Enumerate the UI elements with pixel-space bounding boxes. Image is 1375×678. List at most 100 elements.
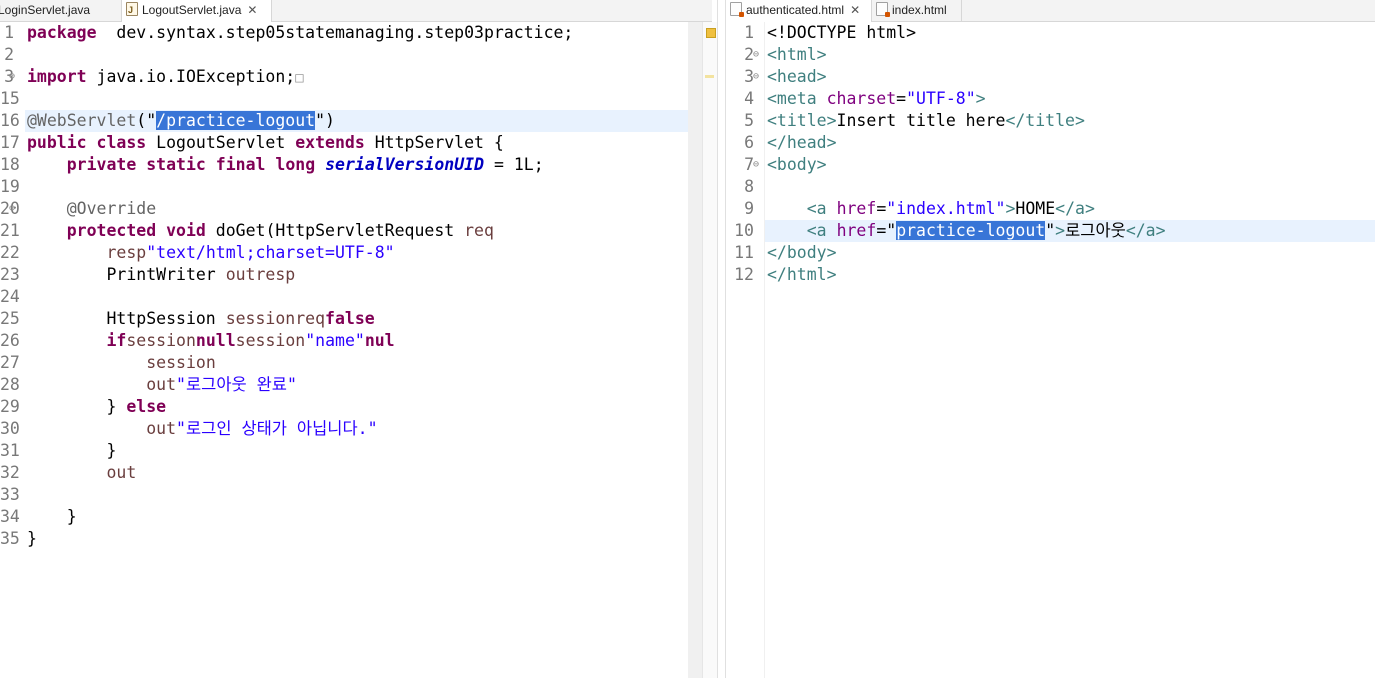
line-number: 10 (734, 221, 754, 240)
code-text: <title>Insert title here</title> (767, 110, 1085, 132)
expand-fold-icon[interactable]: ⊕ (9, 66, 15, 88)
collapse-fold-icon[interactable]: ⊖ (753, 44, 759, 66)
code-text: protected void doGet(HttpServletRequest … (27, 220, 494, 242)
code-line[interactable]: 5 <title>Insert title here</title> (726, 110, 1375, 132)
code-text: <body> (767, 154, 827, 176)
collapsed-imports-icon[interactable]: □ (295, 70, 303, 86)
code-line[interactable]: 16 @WebServlet("/practice-logout") (0, 110, 688, 132)
code-line[interactable]: 19 (0, 176, 688, 198)
code-line[interactable]: 10 <a href="practice-logout">로그아웃</a> (734, 220, 1375, 242)
line-number: 11 (734, 243, 754, 262)
code-line[interactable]: 27 session (0, 352, 688, 374)
code-line[interactable]: 15 (0, 88, 688, 110)
line-number: 16 (0, 111, 20, 130)
code-token: <body> (767, 155, 827, 174)
code-text: } (27, 440, 116, 462)
code-line[interactable]: 24 (0, 286, 688, 308)
code-line[interactable]: 11 </body> (726, 242, 1375, 264)
code-line[interactable]: 18 private static final long serialVersi… (0, 154, 688, 176)
line-number: 30 (0, 419, 20, 438)
line-number: 23 (0, 265, 20, 284)
code-text: private static final long serialVersionU… (27, 154, 544, 176)
code-line[interactable]: 6 </head> (726, 132, 1375, 154)
code-text: session (27, 352, 216, 374)
editor-split-divider[interactable] (717, 0, 726, 678)
code-line[interactable]: 29 } else (0, 396, 688, 418)
code-token: doGet(HttpServletRequest (205, 221, 465, 240)
code-token: out (106, 463, 137, 482)
code-line[interactable]: 3 ⊖ <head> (726, 66, 1375, 88)
right-tab-bar: authenticated.html ✕ index.html (726, 0, 1375, 22)
code-line[interactable]: 25 HttpSession sessionreqfalse (0, 308, 688, 330)
code-token: =" (876, 221, 897, 240)
code-token: resp (255, 265, 296, 284)
code-token: PrintWriter (27, 265, 226, 284)
line-number: 2 (744, 45, 754, 64)
tab-login-servlet[interactable]: LoginServlet.java (0, 0, 122, 21)
code-token: <a (806, 221, 827, 240)
code-line[interactable]: 1 <!DOCTYPE html> (726, 22, 1375, 44)
code-token: } (27, 507, 77, 526)
tab-label: index.html (892, 3, 947, 17)
code-line[interactable]: 32 out (0, 462, 688, 484)
code-line[interactable]: 20 ⊖ @Override (0, 198, 688, 220)
code-token: > (1005, 199, 1016, 218)
line-number: 7 (744, 155, 754, 174)
code-line[interactable]: 31 } (0, 440, 688, 462)
code-token: <meta (767, 89, 817, 108)
html-file-icon (730, 2, 744, 17)
warning-marker[interactable] (706, 28, 716, 38)
code-token: " (1045, 221, 1056, 240)
code-text: <!DOCTYPE html> (767, 22, 916, 44)
java-editor-scrollbar[interactable] (688, 22, 702, 678)
code-token: (" (136, 111, 157, 130)
line-number: 17 (0, 133, 20, 152)
code-line[interactable]: 22 resp"text/html;charset=UTF-8" (0, 242, 688, 264)
code-token: serialVersionUID (325, 155, 485, 174)
java-editor[interactable]: 1 package dev.syntax.step05statemanaging.… (0, 22, 688, 678)
code-line[interactable]: 28 out"로그아웃 완료" (0, 374, 688, 396)
code-line[interactable]: 2 ⊖ <html> (726, 44, 1375, 66)
code-line[interactable]: 30 out"로그인 상태가 아닙니다." (0, 418, 688, 440)
collapse-fold-icon[interactable]: ⊖ (9, 198, 15, 220)
html-editor[interactable]: 1 <!DOCTYPE html> 2 ⊖ <html> 3 ⊖ <head> 4 <meta c… (726, 22, 1375, 678)
code-token: else (126, 397, 167, 416)
code-line[interactable]: 33 (0, 484, 688, 506)
tab-authenticated-html[interactable]: authenticated.html ✕ (726, 0, 872, 22)
collapse-fold-icon[interactable]: ⊖ (753, 154, 759, 176)
line-number: 6 (744, 133, 754, 152)
tab-logout-servlet[interactable]: LogoutServlet.java ✕ (122, 0, 272, 22)
code-line[interactable]: 4 <meta charset="UTF-8"> (726, 88, 1375, 110)
code-line[interactable]: 3 ⊕ import java.io.IOException;□ (0, 66, 688, 88)
close-icon[interactable]: ✕ (247, 3, 257, 17)
code-line[interactable]: 8 (726, 176, 1375, 198)
code-line[interactable]: 35} (0, 528, 688, 550)
code-token: } (27, 441, 117, 460)
code-token: class (96, 133, 147, 152)
tab-label: LogoutServlet.java (142, 3, 242, 17)
code-line[interactable]: 23 PrintWriter outresp (0, 264, 688, 286)
code-line[interactable]: 26 ifsessionnullsession"name"nul (0, 330, 688, 352)
code-text: <head> (767, 66, 827, 88)
code-line[interactable]: 12 </html> (726, 264, 1375, 286)
code-token: "text/html;charset=UTF-8" (146, 243, 395, 262)
selected-text: practice-logout (896, 221, 1046, 240)
code-line[interactable]: 21 protected void doGet(HttpServletReque… (0, 220, 688, 242)
code-line[interactable]: 7 ⊖ <body> (726, 154, 1375, 176)
code-line[interactable]: 34 } (0, 506, 688, 528)
collapse-fold-icon[interactable]: ⊖ (753, 66, 759, 88)
code-line[interactable]: 17 public class LogoutServlet extends Htt… (0, 132, 688, 154)
code-line[interactable]: 1 package dev.syntax.step05statemanaging.… (0, 22, 688, 44)
code-text: package dev.syntax.step05statemanaging.s… (27, 22, 573, 44)
close-icon[interactable]: ✕ (850, 3, 860, 17)
code-line[interactable]: 9 <a href="index.html">HOME</a> (726, 198, 1375, 220)
tab-index-html[interactable]: index.html (872, 0, 962, 21)
code-line[interactable]: 2 (0, 44, 688, 66)
annotation-marker[interactable] (705, 75, 714, 78)
